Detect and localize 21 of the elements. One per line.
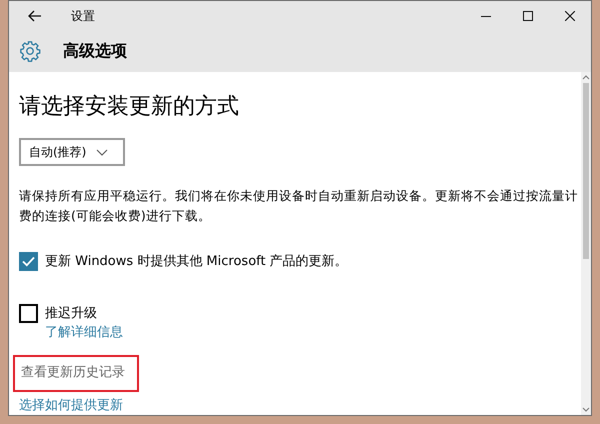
back-arrow-icon	[28, 10, 42, 22]
checkmark-icon	[22, 256, 35, 268]
delivery-options-link[interactable]: 选择如何提供更新	[19, 398, 581, 414]
scrollbar-thumb[interactable]	[583, 83, 589, 259]
checkbox-label: 更新 Windows 时提供其他 Microsoft 产品的更新。	[45, 253, 348, 271]
close-icon	[565, 11, 575, 21]
page-title: 高级选项	[63, 40, 127, 62]
checkbox[interactable]	[19, 304, 38, 323]
description-text: 请保持所有应用平稳运行。我们将在你未使用设备时自动重新启动设备。更新将不会通过按流量计费的连接(可能会收费)进行下载。	[19, 187, 579, 225]
window-title: 设置	[71, 8, 95, 25]
scroll-up-icon	[582, 75, 590, 80]
learn-more-link[interactable]: 了解详细信息	[45, 323, 581, 342]
maximize-icon	[523, 11, 533, 21]
settings-icon	[19, 40, 41, 62]
checkbox[interactable]	[19, 252, 38, 272]
install-mode-dropdown[interactable]: 自动(推荐)	[19, 138, 125, 166]
section-heading: 请选择安装更新的方式	[19, 93, 240, 121]
update-history-link[interactable]: 查看更新历史记录	[13, 354, 139, 392]
chevron-down-icon	[96, 148, 108, 156]
scrollbar[interactable]	[581, 72, 591, 415]
checkbox-label: 推迟升级	[45, 304, 97, 322]
